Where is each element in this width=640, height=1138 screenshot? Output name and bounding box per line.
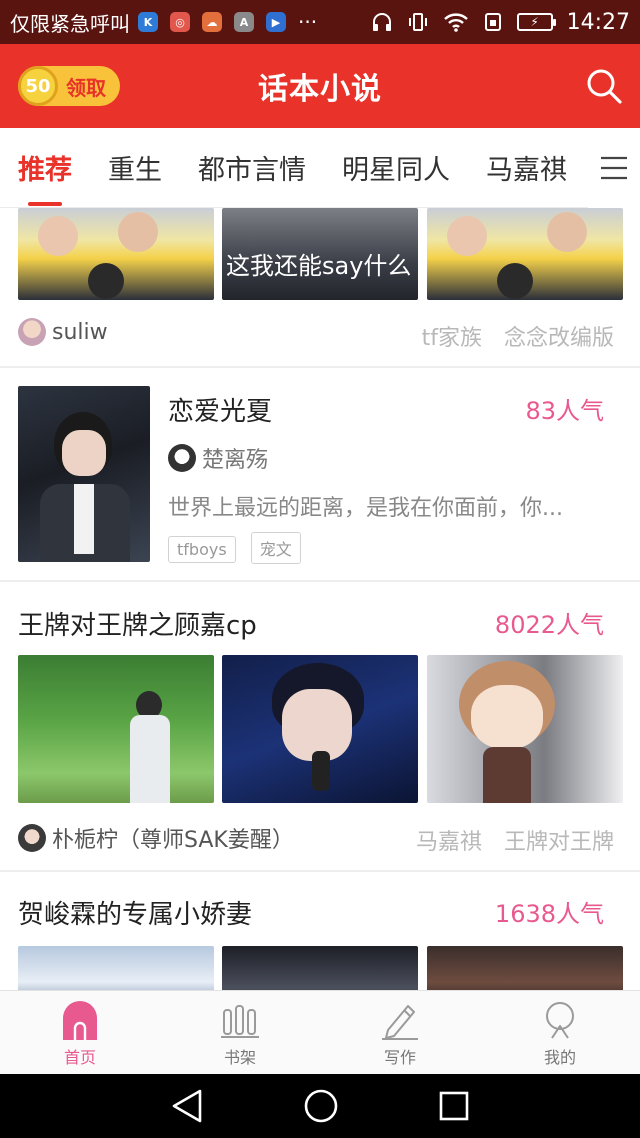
popularity-count: 83人气 xyxy=(525,397,604,425)
tabs-menu-button[interactable] xyxy=(588,128,640,208)
app-cloud-icon: ☁ xyxy=(202,12,222,32)
wifi-icon xyxy=(443,13,468,32)
recents-icon[interactable] xyxy=(438,1090,470,1122)
story-title[interactable]: 王牌对王牌之顾嘉cp xyxy=(18,605,257,642)
story-image xyxy=(427,946,623,990)
author-line: 朴栀柠（尊师SAK姜醒） xyxy=(18,822,294,854)
story-cover xyxy=(18,386,150,562)
divider xyxy=(0,580,640,582)
headphones-icon xyxy=(372,13,391,31)
app-play-icon: ▶ xyxy=(266,12,286,32)
story-badge[interactable]: 宠文 xyxy=(250,532,301,564)
author-name: suliw xyxy=(52,319,108,345)
pen-icon xyxy=(382,1005,418,1040)
nav-label: 书架 xyxy=(223,1048,256,1067)
app-game-icon: ◎ xyxy=(170,12,190,32)
nav-profile[interactable]: 我的 xyxy=(480,991,640,1074)
image-caption: 这我还能say什么 xyxy=(226,252,412,280)
author-avatar xyxy=(18,824,46,852)
tab-urban-romance[interactable]: 都市言情 xyxy=(198,128,306,208)
more-notifications-icon: ··· xyxy=(298,10,318,34)
author-line: suliw xyxy=(18,318,108,346)
divider xyxy=(0,870,640,872)
story-tags: tf家族 念念改编版 xyxy=(422,320,614,352)
tab-ma-jiaqi[interactable]: 马嘉祺 xyxy=(486,128,567,208)
story-title[interactable]: 恋爱光夏 xyxy=(168,391,272,428)
story-image xyxy=(18,655,214,803)
story-badges: tfboys 宠文 xyxy=(168,532,311,564)
app-header: 50 领取 话本小说 xyxy=(0,44,640,128)
story-image xyxy=(18,208,214,300)
story-image xyxy=(222,946,418,990)
status-bar: 仅限紧急呼叫 K ◎ ☁ A ▶ ··· ⚡ 14:27 xyxy=(0,0,640,44)
story-image xyxy=(222,655,418,803)
author-avatar xyxy=(18,318,46,346)
tab-celebrity-fanfic[interactable]: 明星同人 xyxy=(342,128,450,208)
author-name: 朴栀柠（尊师SAK姜醒） xyxy=(52,828,294,853)
status-time: 14:27 xyxy=(566,9,630,35)
author-avatar xyxy=(168,444,196,472)
story-tag[interactable]: 王牌对王牌 xyxy=(504,824,614,856)
author-name: 楚离殇 xyxy=(202,448,269,473)
nav-write[interactable]: 写作 xyxy=(320,991,480,1074)
app-k-icon: K xyxy=(138,12,158,32)
home-circle-icon[interactable] xyxy=(303,1088,339,1124)
home-icon xyxy=(63,1001,97,1040)
claim-coins-button[interactable]: 50 领取 xyxy=(18,66,120,106)
story-feed: 这我还能say什么 suliw tf家族 念念改编版 恋爱光夏 83人气 楚离殇 xyxy=(0,208,640,990)
story-title[interactable]: 贺峻霖的专属小娇妻 xyxy=(18,894,252,931)
bottom-nav: 首页 书架 写作 我的 xyxy=(0,990,640,1074)
vibrate-icon xyxy=(408,13,427,31)
coin-value: 50 xyxy=(25,75,51,97)
story-summary: 世界上最远的距离，是我在你面前，你... xyxy=(168,496,563,521)
author-line: 楚离殇 xyxy=(168,442,268,474)
nav-bookshelf[interactable]: 书架 xyxy=(160,991,320,1074)
back-icon[interactable] xyxy=(170,1088,204,1124)
tab-rebirth[interactable]: 重生 xyxy=(108,128,162,208)
tab-recommend[interactable]: 推荐 xyxy=(18,128,72,208)
divider xyxy=(0,366,640,368)
nav-home[interactable]: 首页 xyxy=(0,991,160,1074)
nav-label: 首页 xyxy=(63,1048,96,1067)
story-image xyxy=(18,946,214,990)
claim-label: 领取 xyxy=(66,75,106,100)
popularity-count: 8022人气 xyxy=(494,611,604,639)
sim-icon xyxy=(484,13,501,31)
status-notice: 仅限紧急呼叫 xyxy=(10,11,130,36)
search-icon[interactable] xyxy=(584,66,624,106)
story-image xyxy=(427,655,623,803)
profile-icon xyxy=(546,1002,574,1039)
popularity-count: 1638人气 xyxy=(494,900,604,928)
battery-charging-icon: ⚡ xyxy=(516,13,556,31)
nav-label: 我的 xyxy=(543,1048,576,1067)
bookshelf-icon xyxy=(221,1005,259,1038)
category-tabs: 推荐 重生 都市言情 明星同人 马嘉祺 xyxy=(0,128,640,208)
story-image xyxy=(427,208,623,300)
app-title: 话本小说 xyxy=(258,72,382,107)
story-tag[interactable]: tf家族 xyxy=(422,320,482,352)
hamburger-menu-icon xyxy=(601,156,627,180)
app-a-icon: A xyxy=(234,12,254,32)
story-tags: 马嘉祺 王牌对王牌 xyxy=(416,824,614,856)
story-tag[interactable]: 马嘉祺 xyxy=(416,824,482,856)
story-image: 这我还能say什么 xyxy=(222,208,418,300)
nav-label: 写作 xyxy=(383,1048,416,1067)
story-tag[interactable]: 念念改编版 xyxy=(504,320,614,352)
coin-icon: 50 xyxy=(18,66,58,106)
system-nav-bar xyxy=(0,1074,640,1138)
story-badge[interactable]: tfboys xyxy=(168,536,236,563)
